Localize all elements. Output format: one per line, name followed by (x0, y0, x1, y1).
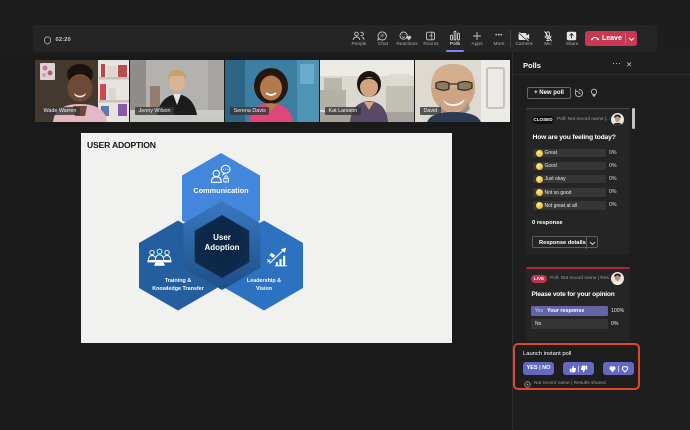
svg-text:Adoption: Adoption (204, 243, 239, 252)
svg-text:Training &: Training & (165, 278, 191, 284)
svg-text:Vision: Vision (256, 286, 272, 292)
svg-text:Knowledge Transfer: Knowledge Transfer (152, 286, 204, 292)
svg-text:Communication: Communication (193, 186, 248, 195)
svg-text:Leadership &: Leadership & (247, 278, 281, 284)
svg-text:User: User (213, 233, 231, 242)
